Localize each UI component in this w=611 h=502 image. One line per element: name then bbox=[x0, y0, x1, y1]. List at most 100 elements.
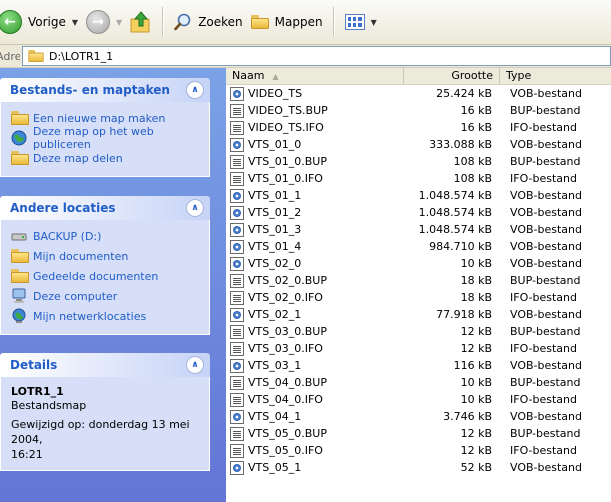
file-row[interactable]: VTS_01_2 1.048.574 kB VOB-bestand bbox=[226, 204, 611, 221]
search-button[interactable]: Zoeken bbox=[170, 4, 246, 40]
file-row[interactable]: VIDEO_TS.IFO 16 kB IFO-bestand bbox=[226, 119, 611, 136]
place-my-computer[interactable]: Deze computer bbox=[11, 286, 199, 306]
file-row[interactable]: VIDEO_TS.BUP 16 kB BUP-bestand bbox=[226, 102, 611, 119]
video-file-icon bbox=[230, 460, 244, 475]
file-row[interactable]: VTS_03_1 116 kB VOB-bestand bbox=[226, 357, 611, 374]
file-row[interactable]: VTS_01_4 984.710 kB VOB-bestand bbox=[226, 238, 611, 255]
collapse-icon[interactable]: ∧ bbox=[186, 356, 204, 374]
file-size: 1.048.574 kB bbox=[418, 223, 492, 236]
file-tasks-header[interactable]: Bestands- en maptaken ∧ bbox=[0, 78, 210, 102]
file-row[interactable]: VTS_05_1 52 kB VOB-bestand bbox=[226, 459, 611, 476]
column-size[interactable]: Grootte bbox=[404, 68, 500, 84]
file-row[interactable]: VTS_03_0.IFO 12 kB IFO-bestand bbox=[226, 340, 611, 357]
file-row[interactable]: VTS_02_0.BUP 18 kB BUP-bestand bbox=[226, 272, 611, 289]
forward-dropdown-icon[interactable]: ▼ bbox=[116, 18, 122, 27]
video-file-icon bbox=[230, 86, 244, 101]
file-type: BUP-bestand bbox=[510, 104, 581, 117]
file-type: VOB-bestand bbox=[510, 257, 582, 270]
drive-icon bbox=[11, 228, 27, 244]
file-row[interactable]: VTS_04_0.BUP 10 kB BUP-bestand bbox=[226, 374, 611, 391]
file-type: VOB-bestand bbox=[510, 359, 582, 372]
file-size: 108 kB bbox=[453, 172, 492, 185]
task-share-folder[interactable]: Deze map delen bbox=[11, 148, 199, 168]
file-size: 77.918 kB bbox=[436, 308, 492, 321]
file-type: IFO-bestand bbox=[510, 172, 577, 185]
folders-button[interactable]: Mappen bbox=[247, 4, 327, 40]
file-row[interactable]: VTS_01_0.IFO 108 kB IFO-bestand bbox=[226, 170, 611, 187]
video-file-icon bbox=[230, 307, 244, 322]
file-name-cell: VTS_02_1 bbox=[226, 307, 404, 322]
collapse-icon[interactable]: ∧ bbox=[186, 199, 204, 217]
column-type[interactable]: Type bbox=[500, 68, 611, 84]
file-name: VTS_05_0.IFO bbox=[248, 444, 323, 457]
other-places-header[interactable]: Andere locaties ∧ bbox=[0, 196, 210, 220]
file-name-cell: VIDEO_TS bbox=[226, 86, 404, 101]
place-shared-documents[interactable]: Gedeelde documenten bbox=[11, 266, 199, 286]
file-name-cell: VIDEO_TS.IFO bbox=[226, 120, 404, 135]
place-my-documents[interactable]: Mijn documenten bbox=[11, 246, 199, 266]
file-row[interactable]: VTS_05_0.BUP 12 kB BUP-bestand bbox=[226, 425, 611, 442]
forward-button[interactable]: → ▼ bbox=[82, 4, 126, 40]
file-name-cell: VTS_03_0.BUP bbox=[226, 324, 404, 339]
views-dropdown-icon[interactable]: ▼ bbox=[371, 18, 377, 27]
file-row[interactable]: VTS_02_0 10 kB VOB-bestand bbox=[226, 255, 611, 272]
other-places-body: BACKUP (D:) Mijn documenten Gedeelde doc… bbox=[0, 220, 210, 335]
file-size: 25.424 kB bbox=[436, 87, 492, 100]
file-row[interactable]: VTS_05_0.IFO 12 kB IFO-bestand bbox=[226, 442, 611, 459]
place-network[interactable]: Mijn netwerklocaties bbox=[11, 306, 199, 326]
file-row[interactable]: VTS_01_1 1.048.574 kB VOB-bestand bbox=[226, 187, 611, 204]
file-name-cell: VTS_01_0.IFO bbox=[226, 171, 404, 186]
file-name: VTS_01_1 bbox=[248, 189, 302, 202]
file-name: VTS_03_0.IFO bbox=[248, 342, 323, 355]
file-size: 1.048.574 kB bbox=[418, 189, 492, 202]
file-name-cell: VTS_05_0.IFO bbox=[226, 443, 404, 458]
folder-up-icon bbox=[130, 10, 152, 34]
file-name: VTS_03_1 bbox=[248, 359, 302, 372]
file-type: IFO-bestand bbox=[510, 393, 577, 406]
file-name: VTS_04_1 bbox=[248, 410, 302, 423]
file-row[interactable]: VTS_01_0 333.088 kB VOB-bestand bbox=[226, 136, 611, 153]
file-row[interactable]: VTS_02_1 77.918 kB VOB-bestand bbox=[226, 306, 611, 323]
file-size: 10 kB bbox=[460, 376, 492, 389]
file-name: VTS_01_4 bbox=[248, 240, 302, 253]
toolbar-separator bbox=[332, 7, 335, 37]
file-size: 52 kB bbox=[460, 461, 492, 474]
video-file-icon bbox=[230, 256, 244, 271]
file-row[interactable]: VTS_04_1 3.746 kB VOB-bestand bbox=[226, 408, 611, 425]
file-name: VTS_02_1 bbox=[248, 308, 302, 321]
file-type: BUP-bestand bbox=[510, 427, 581, 440]
column-name[interactable]: Naam ▲ bbox=[226, 68, 404, 84]
file-size: 1.048.574 kB bbox=[418, 206, 492, 219]
file-row[interactable]: VTS_03_0.BUP 12 kB BUP-bestand bbox=[226, 323, 611, 340]
back-dropdown-icon[interactable]: ▼ bbox=[72, 18, 78, 27]
file-type: VOB-bestand bbox=[510, 206, 582, 219]
data-file-icon bbox=[230, 324, 244, 339]
file-size: 12 kB bbox=[460, 444, 492, 457]
address-input[interactable]: D:\LOTR1_1 bbox=[22, 46, 611, 66]
network-icon bbox=[11, 308, 27, 324]
file-tasks-body: Een nieuwe map maken Deze map op het web… bbox=[0, 102, 210, 177]
file-row[interactable]: VTS_01_3 1.048.574 kB VOB-bestand bbox=[226, 221, 611, 238]
details-header[interactable]: Details ∧ bbox=[0, 353, 210, 377]
file-name: VIDEO_TS bbox=[248, 87, 303, 100]
back-button[interactable]: ← Vorige ▼ bbox=[0, 4, 82, 40]
file-name-cell: VTS_03_1 bbox=[226, 358, 404, 373]
file-row[interactable]: VTS_01_0.BUP 108 kB BUP-bestand bbox=[226, 153, 611, 170]
file-name: VTS_04_0.IFO bbox=[248, 393, 323, 406]
collapse-icon[interactable]: ∧ bbox=[186, 81, 204, 99]
file-row[interactable]: VTS_04_0.IFO 10 kB IFO-bestand bbox=[226, 391, 611, 408]
documents-folder-icon bbox=[11, 248, 29, 264]
task-publish-web[interactable]: Deze map op het web publiceren bbox=[11, 125, 199, 151]
file-name: VTS_02_0 bbox=[248, 257, 302, 270]
file-type: BUP-bestand bbox=[510, 376, 581, 389]
data-file-icon bbox=[230, 273, 244, 288]
up-folder-button[interactable] bbox=[126, 4, 156, 40]
place-backup-drive[interactable]: BACKUP (D:) bbox=[11, 226, 199, 246]
file-row[interactable]: VTS_02_0.IFO 18 kB IFO-bestand bbox=[226, 289, 611, 306]
file-tasks-title: Bestands- en maptaken bbox=[10, 83, 170, 97]
video-file-icon bbox=[230, 358, 244, 373]
share-folder-icon bbox=[11, 150, 29, 166]
file-name-cell: VTS_01_1 bbox=[226, 188, 404, 203]
views-button[interactable]: ▼ bbox=[341, 4, 381, 40]
file-row[interactable]: VIDEO_TS 25.424 kB VOB-bestand bbox=[226, 85, 611, 102]
